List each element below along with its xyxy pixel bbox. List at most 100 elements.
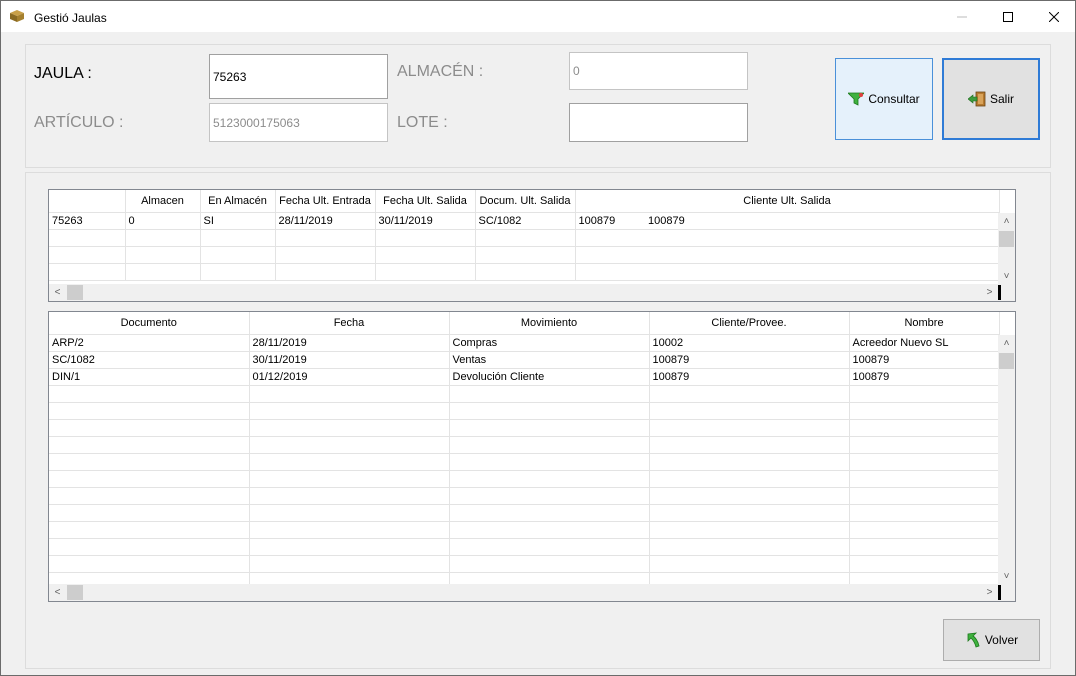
grid1-horizontal-scrollbar[interactable]: ˂ ˃ bbox=[49, 284, 998, 301]
column-header-fecha[interactable]: Fecha bbox=[249, 312, 450, 335]
cell-movimiento[interactable]: Ventas bbox=[449, 351, 650, 369]
salir-button[interactable]: Salir bbox=[942, 58, 1040, 140]
resize-grip bbox=[998, 285, 1001, 300]
table-row[interactable] bbox=[49, 453, 1000, 471]
volver-button[interactable]: Volver bbox=[943, 619, 1040, 661]
scroll-right-icon[interactable]: ˃ bbox=[981, 584, 998, 601]
column-header-fecha-ult-entrada[interactable]: Fecha Ult. Entrada bbox=[275, 190, 376, 213]
consultar-button[interactable]: Consultar bbox=[835, 58, 933, 140]
scroll-thumb[interactable] bbox=[67, 285, 83, 300]
jaula-summary-grid[interactable]: Almacen En Almacén Fecha Ult. Entrada Fe… bbox=[48, 189, 1016, 302]
cell-fecha-ult-salida[interactable]: 30/11/2019 bbox=[375, 212, 476, 230]
cell-documento[interactable]: DIN/1 bbox=[49, 368, 250, 386]
column-header-en-almacen[interactable]: En Almacén bbox=[200, 190, 276, 213]
grid2-vertical-scrollbar[interactable]: ˄ ˅ bbox=[998, 335, 1015, 585]
cell-documento[interactable]: SC/1082 bbox=[49, 351, 250, 369]
minimize-button[interactable] bbox=[939, 1, 985, 32]
column-header-cliente-ult-salida[interactable]: Cliente Ult. Salida bbox=[575, 190, 1000, 213]
table-row[interactable] bbox=[49, 470, 1000, 488]
scroll-left-icon[interactable]: ˂ bbox=[49, 584, 66, 601]
lote-input[interactable] bbox=[569, 103, 748, 142]
table-row[interactable] bbox=[49, 521, 1000, 539]
table-row[interactable] bbox=[49, 402, 1000, 420]
column-header-movimiento[interactable]: Movimiento bbox=[449, 312, 650, 335]
lote-label: LOTE : bbox=[397, 114, 448, 131]
maximize-button[interactable] bbox=[985, 1, 1031, 32]
main-window: Gestió Jaulas JAULA : 75263 ALMACÉN : 0 … bbox=[0, 0, 1076, 676]
scroll-down-icon[interactable]: ˅ bbox=[998, 268, 1015, 285]
table-row[interactable] bbox=[49, 229, 1000, 247]
jaula-label: JAULA : bbox=[34, 65, 92, 82]
cell-en-almacen[interactable]: SI bbox=[200, 212, 276, 230]
cell-fecha[interactable]: 30/11/2019 bbox=[249, 351, 450, 369]
table-row[interactable]: SC/1082 30/11/2019 Ventas 100879 100879 bbox=[49, 351, 1000, 369]
articulo-input[interactable]: 5123000175063 bbox=[209, 103, 388, 142]
jaula-input[interactable]: 75263 bbox=[209, 54, 388, 99]
column-header-documento[interactable]: Documento bbox=[49, 312, 250, 335]
table-row[interactable] bbox=[49, 487, 1000, 505]
grid1-vertical-scrollbar[interactable]: ˄ ˅ bbox=[998, 213, 1015, 285]
table-row[interactable]: DIN/1 01/12/2019 Devolución Cliente 1008… bbox=[49, 368, 1000, 386]
cell-movimiento[interactable]: Devolución Cliente bbox=[449, 368, 650, 386]
box-icon bbox=[10, 10, 24, 22]
minimize-icon bbox=[957, 16, 967, 17]
column-header-docum-ult-salida[interactable]: Docum. Ult. Salida bbox=[475, 190, 576, 213]
scroll-thumb[interactable] bbox=[999, 231, 1014, 247]
table-row[interactable] bbox=[49, 385, 1000, 403]
table-row[interactable] bbox=[49, 246, 1000, 264]
column-header-cliente-provee[interactable]: Cliente/Provee. bbox=[649, 312, 850, 335]
cell-docum-ult-salida[interactable]: SC/1082 bbox=[475, 212, 576, 230]
cell-documento[interactable]: ARP/2 bbox=[49, 334, 250, 352]
table-row[interactable]: 75263 0 SI 28/11/2019 30/11/2019 SC/1082… bbox=[49, 212, 1000, 230]
resize-grip bbox=[998, 585, 1001, 600]
cell-cliente-codigo[interactable]: 100879 bbox=[575, 212, 645, 230]
scroll-up-icon[interactable]: ˄ bbox=[998, 335, 1015, 352]
volver-label: Volver bbox=[984, 633, 1019, 647]
cell-cliente-nombre[interactable]: 100879 bbox=[645, 212, 1000, 230]
back-arrow-icon bbox=[967, 632, 980, 648]
cell-almacen[interactable]: 0 bbox=[125, 212, 201, 230]
cell-nombre[interactable]: 100879 bbox=[849, 368, 1000, 386]
cell-cliente-provee[interactable]: 10002 bbox=[649, 334, 850, 352]
table-row[interactable] bbox=[49, 538, 1000, 556]
cell-fecha-ult-entrada[interactable]: 28/11/2019 bbox=[275, 212, 376, 230]
title-bar[interactable]: Gestió Jaulas bbox=[1, 1, 1075, 32]
cell-nombre[interactable]: Acreedor Nuevo SL bbox=[849, 334, 1000, 352]
almacen-label: ALMACÉN : bbox=[397, 63, 484, 80]
column-header-fecha-ult-salida[interactable]: Fecha Ult. Salida bbox=[375, 190, 476, 213]
cell-cliente-provee[interactable]: 100879 bbox=[649, 351, 850, 369]
cell-fecha[interactable]: 28/11/2019 bbox=[249, 334, 450, 352]
table-row[interactable] bbox=[49, 263, 1000, 281]
scrollbar-corner bbox=[998, 584, 1015, 601]
table-row[interactable] bbox=[49, 504, 1000, 522]
filter-icon bbox=[848, 92, 865, 106]
consultar-label: Consultar bbox=[868, 92, 920, 106]
movements-grid[interactable]: Documento Fecha Movimiento Cliente/Prove… bbox=[48, 311, 1016, 602]
table-row[interactable] bbox=[49, 555, 1000, 573]
scroll-down-icon[interactable]: ˅ bbox=[998, 568, 1015, 585]
table-row[interactable]: ARP/2 28/11/2019 Compras 10002 Acreedor … bbox=[49, 334, 1000, 352]
scroll-thumb[interactable] bbox=[67, 585, 83, 600]
cell-nombre[interactable]: 100879 bbox=[849, 351, 1000, 369]
scroll-up-icon[interactable]: ˄ bbox=[998, 213, 1015, 230]
scrollbar-corner bbox=[998, 284, 1015, 301]
cell-fecha[interactable]: 01/12/2019 bbox=[249, 368, 450, 386]
close-icon bbox=[1049, 11, 1059, 22]
maximize-icon bbox=[1003, 11, 1013, 22]
grid2-horizontal-scrollbar[interactable]: ˂ ˃ bbox=[49, 584, 998, 601]
cell-jaula[interactable]: 75263 bbox=[49, 212, 126, 230]
cell-cliente-provee[interactable]: 100879 bbox=[649, 368, 850, 386]
scroll-thumb[interactable] bbox=[999, 353, 1014, 369]
cell-movimiento[interactable]: Compras bbox=[449, 334, 650, 352]
column-header-almacen[interactable]: Almacen bbox=[125, 190, 201, 213]
table-row[interactable] bbox=[49, 436, 1000, 454]
almacen-input[interactable]: 0 bbox=[569, 52, 748, 90]
column-header-nombre[interactable]: Nombre bbox=[849, 312, 1000, 335]
scroll-right-icon[interactable]: ˃ bbox=[981, 284, 998, 301]
articulo-label: ARTÍCULO : bbox=[34, 114, 124, 131]
close-button[interactable] bbox=[1031, 1, 1076, 32]
window-title: Gestió Jaulas bbox=[34, 11, 107, 25]
table-row[interactable] bbox=[49, 419, 1000, 437]
column-header-jaula[interactable] bbox=[49, 190, 126, 213]
scroll-left-icon[interactable]: ˂ bbox=[49, 284, 66, 301]
